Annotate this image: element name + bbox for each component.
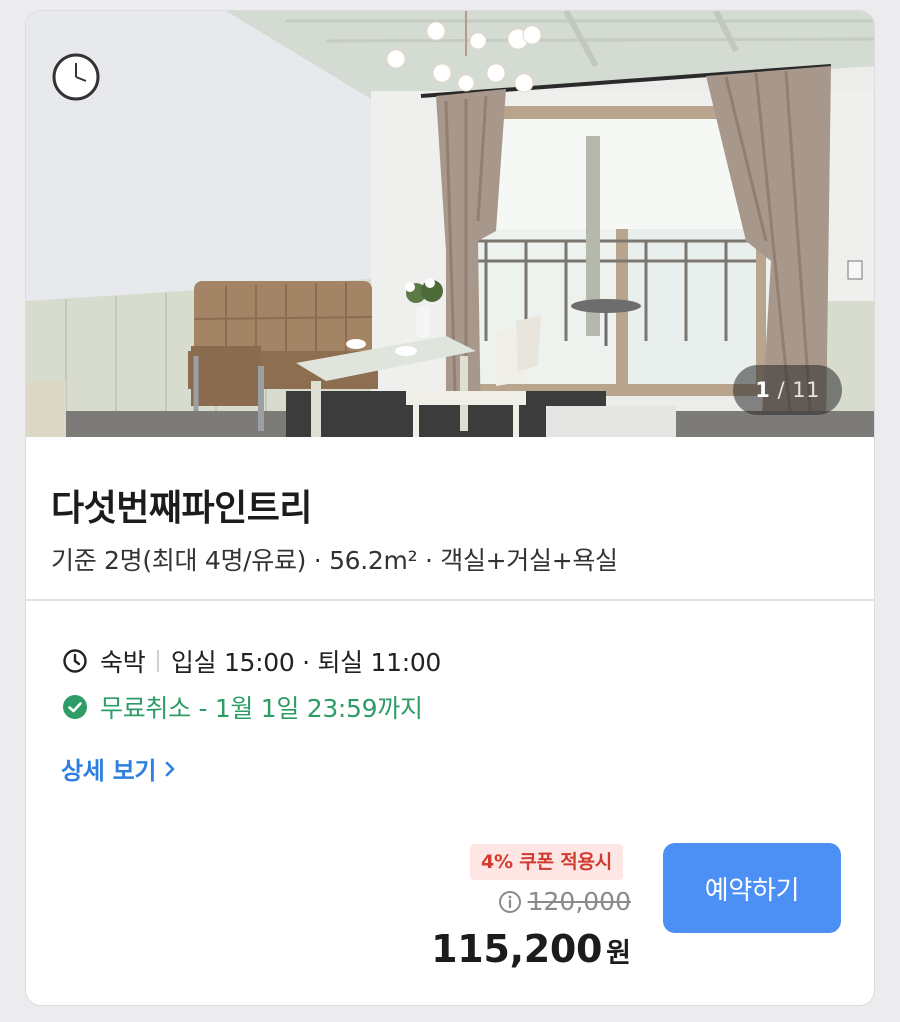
room-summary: 기준 2명(최대 4명/유료) · 56.2m² · 객실+거실+욕실	[51, 546, 618, 575]
stay-type: 숙박	[100, 648, 146, 677]
clock-icon	[63, 649, 87, 673]
check-circle-icon	[63, 695, 87, 719]
reserve-button[interactable]: 예약하기	[663, 843, 841, 933]
free-cancel-text: 무료취소 - 1월 1일 23:59까지	[100, 694, 423, 723]
room-name: 다섯번째파인트리	[51, 488, 312, 529]
photo-counter: 1 / 11	[733, 365, 842, 415]
photo-counter-separator: /	[777, 378, 786, 402]
stay-info-row: 숙박 입실 15:00 · 퇴실 11:00	[62, 643, 441, 679]
photo-counter-total: 11	[792, 378, 820, 402]
coupon-badge: 4% 쿠폰 적용시	[470, 844, 624, 880]
check-in-out-times: 입실 15:00 · 퇴실 11:00	[170, 648, 442, 677]
info-icon[interactable]	[498, 890, 522, 914]
detail-link[interactable]: 상세 보기	[61, 751, 176, 786]
currency-label: 원	[606, 938, 631, 969]
room-photo[interactable]: 1 / 11	[26, 11, 874, 437]
original-price: 120,000	[498, 887, 631, 916]
chevron-right-icon	[165, 761, 175, 776]
stay-divider	[157, 650, 159, 672]
original-price-value: 120,000	[527, 887, 631, 916]
free-cancel-row: 무료취소 - 1월 1일 23:59까지	[62, 689, 423, 725]
room-card: 1 / 11 다섯번째파인트리 기준 2명(최대 4명/유료) · 56.2m²…	[25, 10, 875, 1006]
photo-counter-current: 1	[755, 378, 771, 402]
section-divider	[26, 599, 874, 601]
detail-link-label: 상세 보기	[61, 757, 157, 785]
final-price: 115,200 원	[431, 927, 631, 971]
final-price-value: 115,200	[431, 927, 603, 971]
